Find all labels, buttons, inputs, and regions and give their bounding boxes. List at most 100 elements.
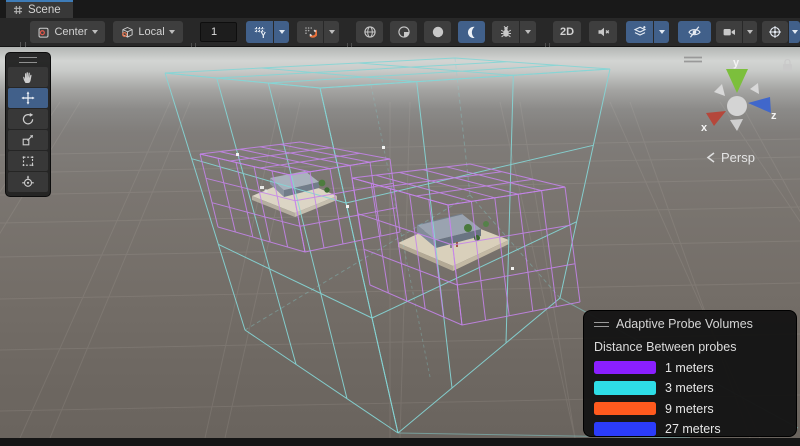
- light-circle-icon: [431, 25, 445, 39]
- grid-size-input[interactable]: [200, 22, 237, 42]
- eye-slash-icon: [687, 25, 702, 39]
- lighting-moon-toggle[interactable]: [458, 21, 485, 43]
- chevron-down-icon: [92, 30, 98, 34]
- camera-dropdown[interactable]: [743, 21, 757, 43]
- chevron-down-icon: [169, 30, 175, 34]
- orientation-label: Local: [138, 26, 164, 38]
- moon-icon: [465, 25, 479, 39]
- orientation-dropdown[interactable]: Local: [113, 21, 183, 43]
- rotate-icon: [21, 112, 35, 126]
- tool-rotate[interactable]: [8, 109, 48, 129]
- lock-icon[interactable]: [783, 60, 792, 72]
- grid-visibility-button[interactable]: Y: [246, 21, 273, 43]
- window-bottom-edge: [0, 438, 800, 446]
- grid-axis-dropdown[interactable]: [274, 21, 289, 43]
- chevron-left-icon: [708, 153, 714, 162]
- chevron-down-icon: [279, 30, 285, 34]
- hand-icon: [21, 70, 35, 84]
- cube-local-icon: [121, 26, 134, 39]
- legend-label: 27 meters: [665, 422, 721, 436]
- overlay-drag-handle: [684, 58, 702, 62]
- grid-snap-icon: Y: [253, 25, 267, 39]
- tool-transform[interactable]: [8, 172, 48, 192]
- pivot-center-icon: [37, 26, 50, 39]
- legend-subtitle: Distance Between probes: [594, 340, 786, 354]
- y-axis-label: y: [733, 57, 740, 69]
- camera-icon: [722, 25, 736, 39]
- chevron-down-icon: [792, 30, 798, 34]
- projection-label: Persp: [721, 150, 755, 165]
- z-axis-cone: [748, 97, 771, 113]
- 2d-toggle[interactable]: 2D: [553, 21, 581, 43]
- legend-row: 27 meters: [594, 422, 786, 436]
- tool-move[interactable]: [8, 88, 48, 108]
- gizmo-cube: [727, 96, 747, 116]
- tool-scale[interactable]: [8, 130, 48, 150]
- 2d-label: 2D: [560, 26, 574, 38]
- negative-axis-cone: [730, 119, 743, 131]
- effects-icon: [633, 25, 647, 39]
- tab-scene[interactable]: Scene: [6, 0, 73, 18]
- swatch-3m: [594, 381, 656, 395]
- chevron-down-icon: [525, 30, 531, 34]
- legend-label: 3 meters: [665, 381, 714, 395]
- pivot-label: Center: [54, 26, 87, 38]
- overlay-drag-handle[interactable]: [19, 57, 37, 63]
- chevron-down-icon: [329, 30, 335, 34]
- legend-title: Adaptive Probe Volumes: [616, 317, 753, 331]
- pivot-dropdown[interactable]: Center: [30, 21, 105, 43]
- debug-dropdown[interactable]: [520, 21, 536, 43]
- projection-toggle[interactable]: Persp: [708, 150, 755, 165]
- snap-increment-button[interactable]: [297, 21, 323, 43]
- rect-tool-icon: [21, 154, 35, 168]
- orientation-gizmo[interactable]: y x z: [684, 57, 777, 134]
- legend-label: 1 meters: [665, 361, 714, 375]
- magnet-snap-icon: [303, 25, 317, 39]
- bug-icon: [499, 25, 513, 39]
- effects-dropdown[interactable]: [654, 21, 669, 43]
- light-probe-toggle[interactable]: [424, 21, 451, 43]
- chevron-down-icon: [659, 30, 665, 34]
- scene-toolbar: Center Local Y: [0, 18, 800, 47]
- building-model-left[interactable]: [252, 171, 337, 217]
- legend-row: 1 meters: [594, 361, 786, 375]
- swatch-1m: [594, 361, 656, 375]
- tab-label: Scene: [28, 4, 61, 16]
- x-axis-label: x: [701, 122, 708, 134]
- gizmos-toggle[interactable]: [762, 21, 788, 43]
- move-icon: [21, 91, 35, 105]
- effects-toggle[interactable]: [626, 21, 653, 43]
- y-axis-cone: [726, 69, 748, 93]
- audio-toggle[interactable]: [589, 21, 617, 43]
- debug-toggle[interactable]: [492, 21, 519, 43]
- swatch-27m: [594, 422, 656, 436]
- transform-icon: [21, 175, 35, 189]
- legend-label: 9 meters: [665, 402, 714, 416]
- negative-axis-cone: [714, 84, 725, 96]
- legend-row: 9 meters: [594, 402, 786, 416]
- legend-row: 3 meters: [594, 381, 786, 395]
- tools-overlay: [5, 52, 51, 197]
- grid-tab-icon: [13, 5, 23, 15]
- scene-lighting-toggle[interactable]: [390, 21, 417, 43]
- wireframe-globe-icon: [363, 25, 377, 39]
- overlay-drag-handle[interactable]: [594, 322, 609, 327]
- snap-settings-dropdown[interactable]: [324, 21, 339, 43]
- audio-mute-icon: [596, 25, 611, 39]
- camera-button[interactable]: [716, 21, 742, 43]
- scale-icon: [21, 133, 35, 147]
- gizmos-icon: [768, 25, 782, 39]
- building-model-right[interactable]: [398, 214, 509, 271]
- draw-mode-toggle[interactable]: [356, 21, 383, 43]
- chevron-down-icon: [747, 30, 753, 34]
- swatch-9m: [594, 402, 656, 416]
- tool-hand[interactable]: [8, 67, 48, 87]
- scene-visibility-toggle[interactable]: [678, 21, 711, 43]
- lighting-quadrant-icon: [397, 25, 411, 39]
- x-axis-cone: [706, 111, 726, 126]
- gizmos-dropdown[interactable]: [789, 21, 800, 43]
- negative-axis-cone: [750, 83, 759, 94]
- unity-scene-view: Scene Center Local Y: [0, 0, 800, 446]
- tool-rect[interactable]: [8, 151, 48, 171]
- z-axis-label: z: [771, 110, 777, 122]
